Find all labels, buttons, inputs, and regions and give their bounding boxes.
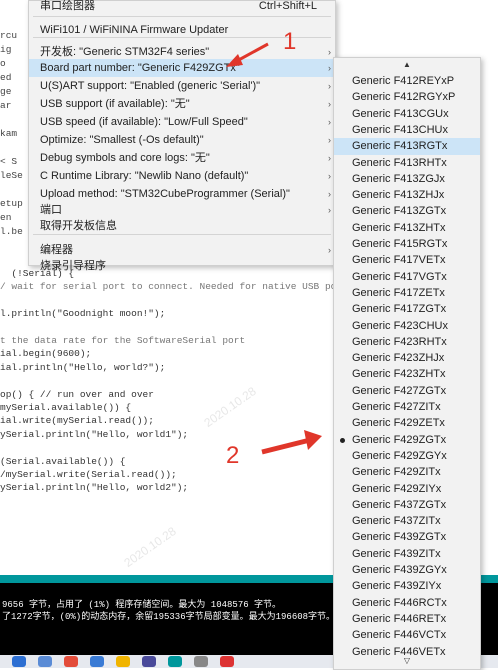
annotation-marker-1: 1 [283,28,297,55]
annotation-marker-2: 2 [226,442,240,469]
annotation-arrow-1-head [226,54,243,67]
annotation-arrow-2-head [304,430,322,450]
annotation-layer [226,42,322,455]
annotation-arrow-2 [261,437,311,455]
